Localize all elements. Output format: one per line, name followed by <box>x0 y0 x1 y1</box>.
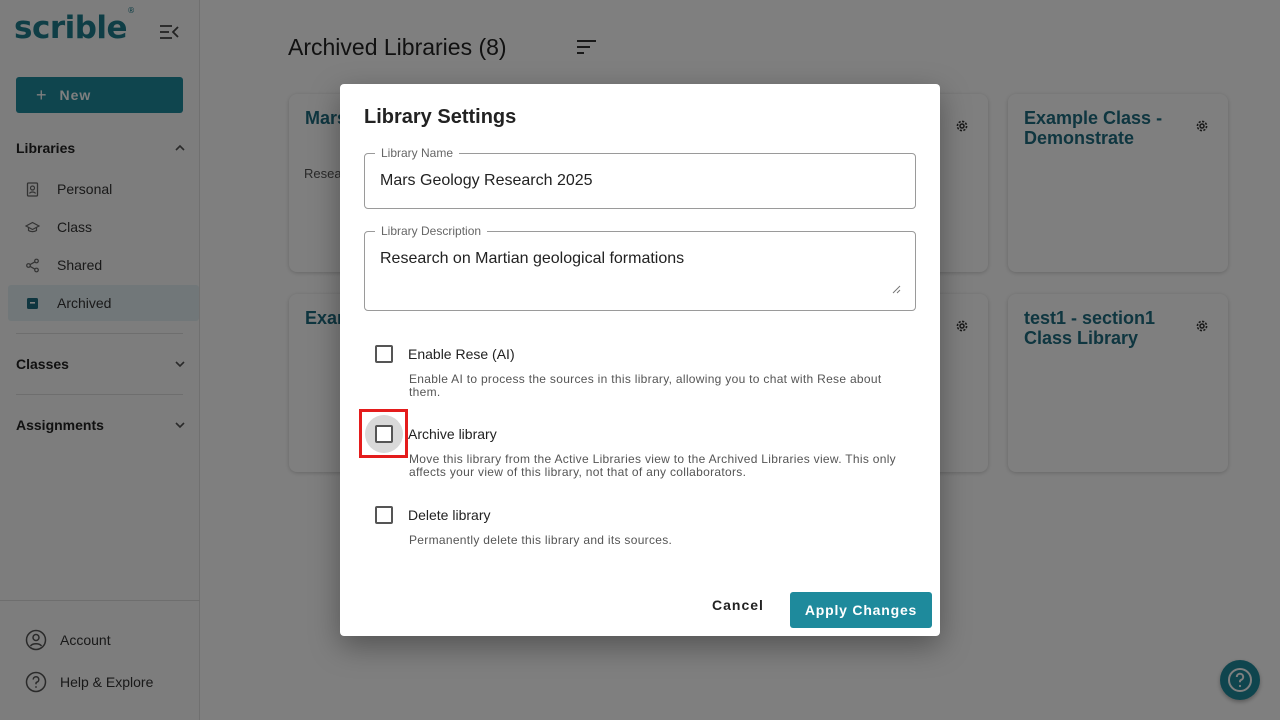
focus-highlight-box <box>359 409 408 458</box>
enable-rese-help: Enable AI to process the sources in this… <box>409 372 882 399</box>
cancel-button[interactable]: Cancel <box>712 597 764 613</box>
enable-rese-label[interactable]: Enable Rese (AI) <box>408 346 515 362</box>
library-name-field[interactable]: Library Name Mars Geology Research 2025 <box>364 146 916 209</box>
archive-library-help: Move this library from the Active Librar… <box>409 452 896 479</box>
delete-library-help: Permanently delete this library and its … <box>409 533 673 547</box>
archive-library-label[interactable]: Archive library <box>408 426 497 442</box>
library-description-textarea[interactable]: Research on Martian geological formation… <box>380 250 684 268</box>
library-name-input[interactable]: Mars Geology Research 2025 <box>380 172 593 190</box>
library-description-label: Library Description <box>375 224 488 238</box>
library-description-field[interactable]: Library Description Research on Martian … <box>364 224 916 311</box>
delete-library-checkbox[interactable] <box>375 506 393 524</box>
library-name-label: Library Name <box>375 146 460 160</box>
enable-rese-checkbox[interactable] <box>375 345 393 363</box>
delete-library-label[interactable]: Delete library <box>408 507 490 523</box>
apply-changes-button[interactable]: Apply Changes <box>790 592 932 628</box>
resize-grip-icon[interactable] <box>891 284 901 294</box>
dialog-title: Library Settings <box>364 106 517 128</box>
library-settings-dialog: Library Settings Library Name Mars Geolo… <box>340 84 940 636</box>
modal-scrim[interactable] <box>0 0 200 720</box>
